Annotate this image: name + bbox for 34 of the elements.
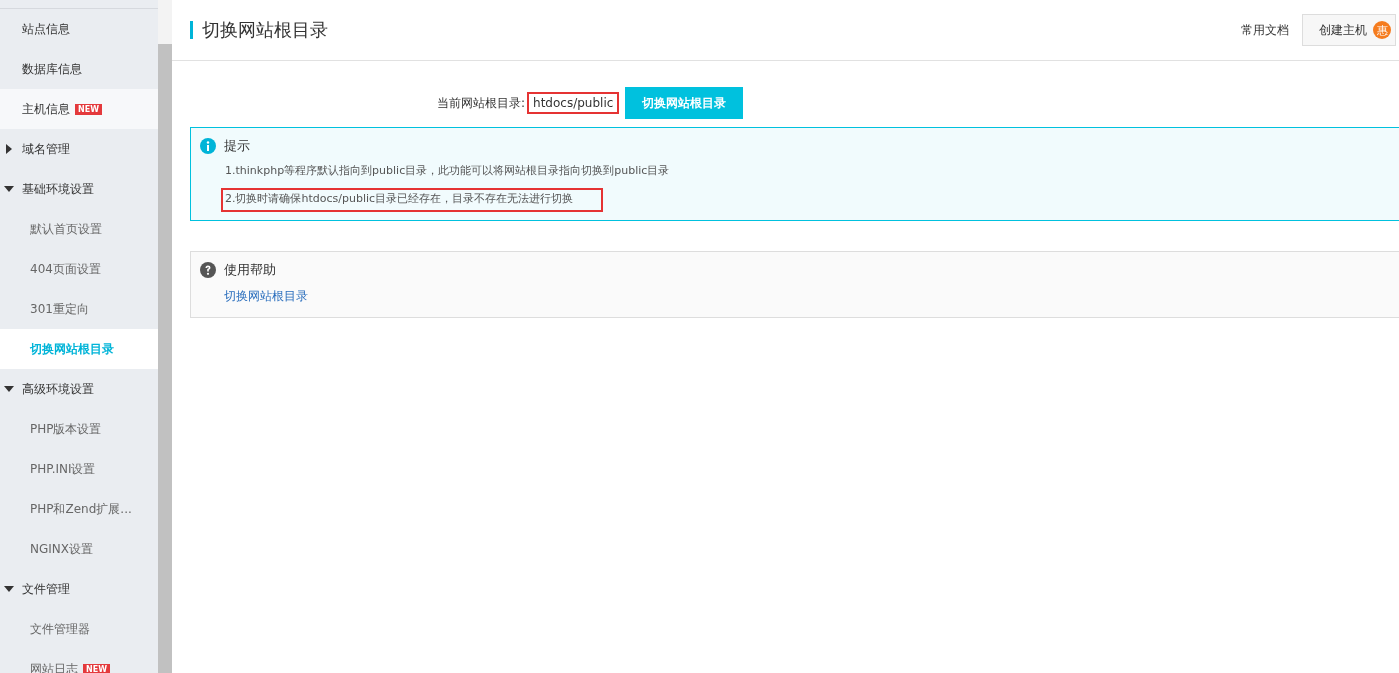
docs-link[interactable]: 常用文档 (1241, 21, 1289, 39)
help-link[interactable]: 切换网站根目录 (224, 288, 308, 305)
sidebar-item[interactable]: 文件管理 (0, 569, 158, 609)
sidebar-item[interactable]: 站点信息 (0, 9, 158, 49)
sidebar-subitem[interactable]: PHP版本设置 (0, 409, 158, 449)
field-label: 当前网站根目录: (437, 94, 526, 112)
tip-title: 提示 (224, 137, 250, 155)
sidebar-subitem[interactable]: PHP.INI设置 (0, 449, 158, 489)
help-title: 使用帮助 (224, 261, 276, 279)
sidebar-subitem[interactable]: PHP和Zend扩展... (0, 489, 158, 529)
caret-icon (4, 144, 14, 154)
root-dir-field[interactable]: htdocs/public (527, 92, 620, 114)
sidebar-item[interactable]: 主机信息 NEW (0, 89, 158, 129)
caret-icon (4, 584, 14, 594)
caret-icon (4, 384, 14, 394)
create-host-button[interactable]: 创建主机 惠 (1302, 14, 1396, 46)
sidebar-subitem[interactable]: 默认首页设置 (0, 209, 158, 249)
sidebar-subitem[interactable]: NGINX设置 (0, 529, 158, 569)
sidebar-subitem[interactable]: 文件管理器 (0, 609, 158, 649)
caret-icon (4, 184, 14, 194)
new-badge: NEW (83, 663, 110, 673)
tip-text: 1.thinkphp等程序默认指向到public目录，此功能可以将网站根目录指向切换到public目录 (224, 163, 671, 179)
tip-text: 2.切换时请确保htdocs/public目录已经存在，目录不存在无法进行切换 (221, 188, 604, 212)
sidebar-item[interactable]: 高级环境设置 (0, 369, 158, 409)
sidebar-subitem[interactable]: 301重定向 (0, 289, 158, 329)
help-icon (200, 262, 216, 278)
page-title: 切换网站根目录 (190, 21, 1241, 39)
sidebar-item[interactable]: 基础环境设置 (0, 169, 158, 209)
new-badge: NEW (75, 103, 102, 115)
sidebar-item[interactable]: 域名管理 (0, 129, 158, 169)
discount-badge: 惠 (1373, 21, 1391, 39)
info-icon (200, 138, 216, 154)
sidebar-subitem[interactable]: 404页面设置 (0, 249, 158, 289)
sidebar-item[interactable]: 数据库信息 (0, 49, 158, 89)
